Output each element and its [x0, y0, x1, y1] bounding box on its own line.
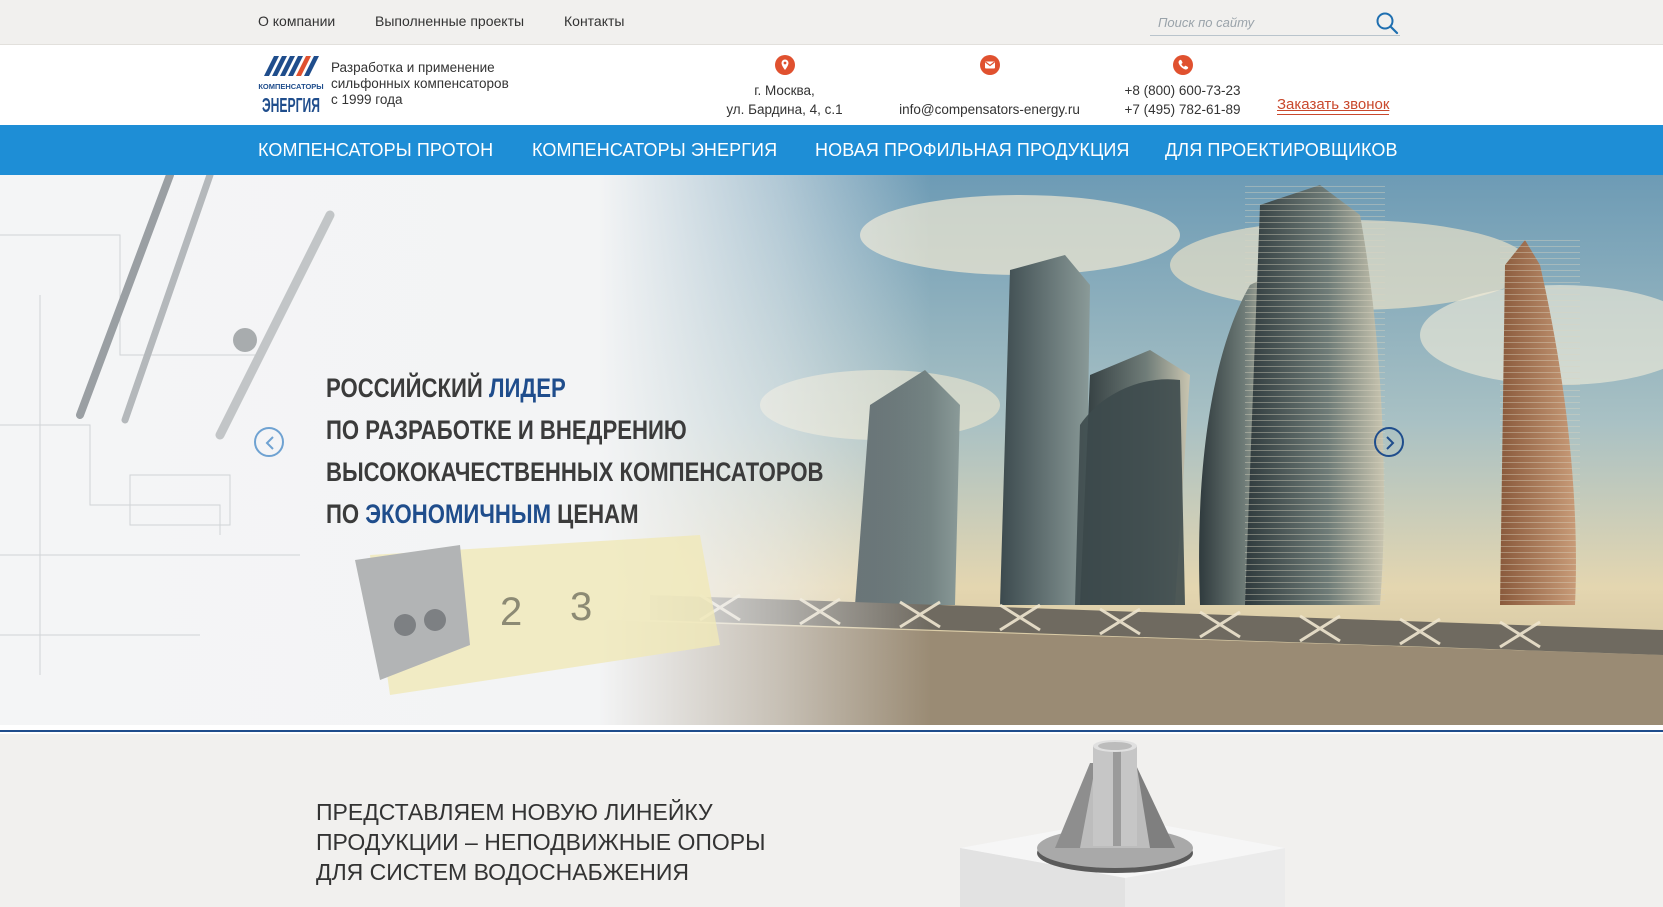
top-bar: О компании Выполненные проекты Контакты — [0, 0, 1663, 45]
mail-icon — [979, 55, 1000, 75]
hero-text-part: по — [326, 499, 366, 529]
hero-text-line: по разработке и внедрению — [326, 415, 687, 445]
chevron-left-icon — [265, 436, 274, 450]
mainnav-new-products[interactable]: Новая профильная продукция — [815, 140, 1130, 161]
callback-link[interactable]: Заказать звонок — [1277, 96, 1390, 115]
topnav-contacts[interactable]: Контакты — [564, 13, 624, 29]
ruler-mark: 2 — [500, 590, 522, 634]
hero-highlight: экономичным — [365, 499, 552, 529]
location-icon — [774, 55, 795, 75]
promo-heading[interactable]: Представляем новую линейку продукции – н… — [316, 797, 786, 887]
hero-background-image: 2 3 — [0, 175, 1663, 725]
chevron-right-icon — [1386, 436, 1395, 450]
logo-big-text: ЭНЕРГИЯ — [262, 95, 320, 117]
slider-next-button[interactable] — [1374, 427, 1404, 457]
slider-prev-button[interactable] — [254, 427, 284, 457]
promo-section — [0, 734, 1663, 907]
promo-line: для систем водоснабжения — [316, 859, 690, 885]
topnav-about[interactable]: О компании — [258, 13, 335, 29]
logo-small-text: КОМПЕНСАТОРЫ — [258, 82, 323, 91]
tagline-line: Разработка и применение — [331, 60, 495, 75]
tagline-line: с 1999 года — [331, 92, 403, 107]
hero-highlight: лидер — [488, 373, 566, 403]
phone-icon — [1172, 55, 1193, 75]
promo-line: продукции – неподвижные опоры — [316, 829, 766, 855]
address-line: г. Москва, — [754, 83, 815, 98]
fixed-support-product-image[interactable] — [955, 738, 1295, 907]
hero-text-part: Российский — [326, 373, 489, 403]
mainnav-proton[interactable]: Компенсаторы ПРОТОН — [258, 140, 493, 161]
hero-headline: Российский лидер по разработке и внедрен… — [326, 367, 824, 535]
company-tagline: Разработка и применение сильфонных компе… — [331, 60, 531, 108]
phone-number[interactable]: +8 (800) 600-73-23 — [1110, 81, 1255, 100]
search-icon[interactable] — [1374, 10, 1400, 36]
section-divider — [0, 730, 1663, 732]
search-box — [1150, 9, 1400, 36]
contact-phones: +8 (800) 600-73-23 +7 (495) 782-61-89 — [1110, 55, 1255, 119]
mainnav-energy[interactable]: Компенсаторы ЭНЕРГИЯ — [532, 140, 777, 161]
company-logo[interactable]: КОМПЕНСАТОРЫ ЭНЕРГИЯ — [258, 52, 324, 119]
promo-line: Представляем новую линейку — [316, 799, 713, 825]
address-line: ул. Бардина, 4, с.1 — [726, 102, 843, 117]
hero-slider: 2 3 Российский лидер по разработке и вне… — [0, 175, 1663, 725]
mainnav-designers[interactable]: Для проектировщиков — [1165, 140, 1398, 161]
phone-number[interactable]: +7 (495) 782-61-89 — [1110, 100, 1255, 119]
topnav-projects[interactable]: Выполненные проекты — [375, 13, 524, 29]
tagline-line: сильфонных компенсаторов — [331, 76, 509, 91]
contact-address: г. Москва, ул. Бардина, 4, с.1 — [712, 55, 857, 119]
search-input[interactable] — [1150, 9, 1360, 35]
email-link[interactable]: info@compensators-energy.ru — [899, 102, 1080, 117]
hero-text-line: высококачественных компенсаторов — [326, 457, 824, 487]
main-nav: Компенсаторы ПРОТОН Компенсаторы ЭНЕРГИЯ… — [0, 125, 1663, 175]
ruler-mark: 3 — [570, 585, 592, 629]
contact-email: info@compensators-energy.ru — [882, 55, 1097, 119]
hero-text-part: ценам — [551, 499, 639, 529]
